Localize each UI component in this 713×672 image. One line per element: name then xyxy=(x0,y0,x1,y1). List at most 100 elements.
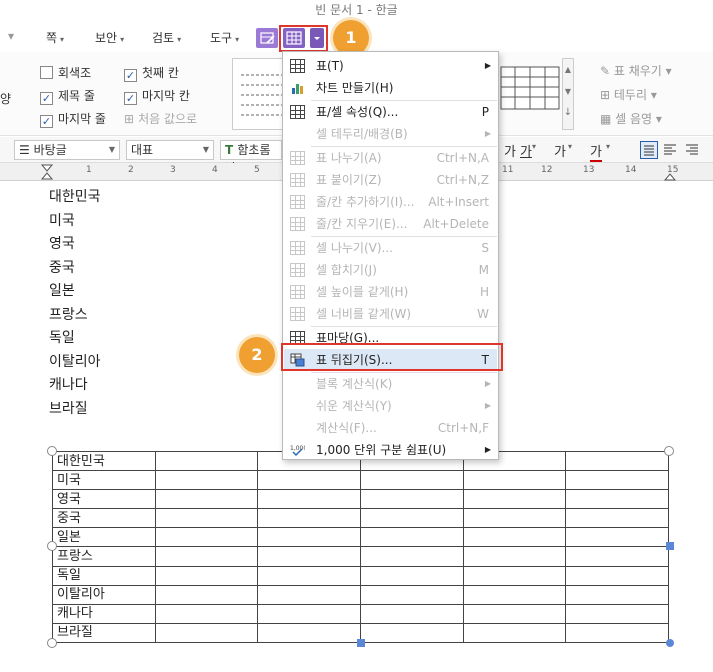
checkbox-first-column[interactable]: ✓ 첫째 칸 xyxy=(124,64,179,82)
menu-item-block-formula[interactable]: 블록 계산식(K) ▶ xyxy=(284,373,497,395)
font-color-button[interactable]: 가 xyxy=(590,141,602,162)
table-cell[interactable] xyxy=(462,527,567,548)
fmt-button-underline[interactable]: 가 xyxy=(520,141,532,160)
checkbox-header-row[interactable]: ✓ 제목 줄 xyxy=(40,87,95,105)
table-cell[interactable]: 일본 xyxy=(52,527,156,548)
table-cell[interactable] xyxy=(565,489,669,510)
table-cell[interactable] xyxy=(565,603,669,624)
style-select[interactable]: ☰ 바탕글 ▼ xyxy=(14,140,120,160)
menu-item-security[interactable]: 보안 ▾ xyxy=(95,29,124,46)
reset-initial-button[interactable]: ⊞ 처음 값으로 xyxy=(124,110,197,127)
table-cell[interactable]: 프랑스 xyxy=(52,546,156,567)
fmt-button-3[interactable]: 가 xyxy=(554,141,566,160)
table-cell[interactable] xyxy=(462,470,567,491)
table-edit-button[interactable] xyxy=(256,28,278,48)
table-cell[interactable] xyxy=(154,450,259,472)
table-cell[interactable] xyxy=(154,622,259,644)
chevron-down-icon[interactable]: ▾ xyxy=(568,142,572,151)
table-cell[interactable] xyxy=(462,489,567,510)
table-cell[interactable] xyxy=(565,565,669,586)
table-cell[interactable] xyxy=(565,546,669,567)
table-cell[interactable]: 독일 xyxy=(52,565,156,586)
menu-item-insert-row-col[interactable]: 줄/칸 추가하기(I)... Alt+Insert xyxy=(284,191,497,213)
menu-item-thousand-separator[interactable]: 1,000 1,000 단위 구분 쉼표(U) ▶ xyxy=(284,439,497,461)
table-cell[interactable] xyxy=(257,565,361,586)
table-cell[interactable]: 이탈리아 xyxy=(52,584,156,605)
table-style-thumbnail[interactable] xyxy=(500,66,560,110)
menu-item-easy-formula[interactable]: 쉬운 계산식(Y) ▶ xyxy=(284,395,497,417)
chevron-down-icon[interactable]: ▼ xyxy=(563,81,573,103)
table-cell[interactable]: 미국 xyxy=(52,470,156,491)
checkbox-grayscale[interactable]: 회색조 xyxy=(40,64,91,81)
table-cell[interactable]: 캐나다 xyxy=(52,603,156,624)
table-cell[interactable] xyxy=(565,527,669,548)
table-cell[interactable] xyxy=(257,546,361,567)
table-cell[interactable] xyxy=(154,470,259,491)
right-indent-marker-icon[interactable] xyxy=(663,172,677,181)
font-select[interactable]: T 함초롬바 xyxy=(220,140,282,175)
menu-item-page[interactable]: 쪽 ▾ xyxy=(46,29,64,46)
table-resize-handle[interactable] xyxy=(666,639,674,647)
table-cell[interactable] xyxy=(154,603,259,624)
chevron-down-icon[interactable]: ▾ xyxy=(606,142,610,151)
fmt-button-1[interactable]: 가 xyxy=(504,141,516,160)
table-cell[interactable] xyxy=(257,603,361,624)
menu-item-split-cell[interactable]: 셀 나누기(V)... S xyxy=(284,237,497,259)
table-cell[interactable] xyxy=(359,584,464,605)
style-gallery-scroll[interactable]: ▲ ▼ ↓ xyxy=(562,58,574,130)
table-cell[interactable] xyxy=(257,527,361,548)
align-right-icon[interactable] xyxy=(684,142,700,158)
chevron-up-icon[interactable]: ▲ xyxy=(563,59,573,81)
table-cell[interactable] xyxy=(565,508,669,529)
table-cell[interactable] xyxy=(462,603,567,624)
cell-shading-button[interactable]: ▦ 셀 음영 ▾ xyxy=(600,110,662,127)
table-cell[interactable]: 영국 xyxy=(52,489,156,510)
table-cell[interactable] xyxy=(257,584,361,605)
table-cell[interactable] xyxy=(359,527,464,548)
checkbox-last-row[interactable]: ✓ 마지막 줄 xyxy=(40,110,106,128)
language-select[interactable]: 대표 ▼ xyxy=(126,140,214,160)
table-corner-handle[interactable] xyxy=(664,446,674,456)
menu-item-table-properties[interactable]: 표/셀 속성(Q)... P xyxy=(284,101,497,123)
table-cell[interactable] xyxy=(257,470,361,491)
table-corner-handle[interactable] xyxy=(47,638,57,648)
table-cell[interactable] xyxy=(359,546,464,567)
table-cell[interactable] xyxy=(565,450,669,472)
table-cell[interactable] xyxy=(359,603,464,624)
table-cell[interactable] xyxy=(359,489,464,510)
table-fill-button[interactable]: ✎ 표 채우기 ▾ xyxy=(600,62,672,79)
menu-item-equal-height[interactable]: 셀 높이를 같게(H) H xyxy=(284,281,497,303)
table-cell[interactable] xyxy=(565,470,669,491)
indent-marker-icon[interactable] xyxy=(40,164,54,180)
table-cell[interactable] xyxy=(154,565,259,586)
table-cell[interactable]: 중국 xyxy=(52,508,156,529)
menu-caret-left[interactable]: ▾ xyxy=(8,29,14,43)
menu-item-split-table[interactable]: 표 나누기(A) Ctrl+N,A xyxy=(284,147,497,169)
table-cell[interactable] xyxy=(257,622,361,644)
align-left-icon[interactable] xyxy=(662,142,678,158)
table-cell[interactable] xyxy=(154,489,259,510)
menu-item-review[interactable]: 검토 ▾ xyxy=(152,29,181,46)
table-border-button[interactable]: ⊞ 테두리 ▾ xyxy=(600,86,657,103)
table-cell[interactable] xyxy=(154,527,259,548)
table-cell[interactable] xyxy=(154,584,259,605)
chevron-down-icon[interactable]: ▾ xyxy=(532,142,536,151)
table-resize-handle[interactable] xyxy=(666,542,674,550)
table-cell[interactable] xyxy=(462,622,567,644)
menu-item-merge-cell[interactable]: 셀 합치기(J) M xyxy=(284,259,497,281)
menu-item-merge-tables[interactable]: 표 붙이기(Z) Ctrl+N,Z xyxy=(284,169,497,191)
table-cell[interactable] xyxy=(257,489,361,510)
expand-gallery-icon[interactable]: ↓ xyxy=(563,103,573,123)
menu-item-cell-border-bg[interactable]: 셀 테두리/배경(B) ▶ xyxy=(284,123,497,145)
menu-item-tools[interactable]: 도구 ▾ xyxy=(210,29,239,46)
checkbox-last-column[interactable]: ✓ 마지막 칸 xyxy=(124,87,190,105)
table-cell[interactable] xyxy=(154,508,259,529)
table-cell[interactable] xyxy=(462,546,567,567)
menu-item-delete-row-col[interactable]: 줄/칸 지우기(E)... Alt+Delete xyxy=(284,213,497,235)
document-table[interactable]: 대한민국 미국 영국 중국 일본 프랑스 독일 이탈리아 캐나다 브라질 xyxy=(52,450,669,644)
table-cell[interactable] xyxy=(462,565,567,586)
table-side-handle[interactable] xyxy=(47,541,57,551)
table-cell[interactable]: 브라질 xyxy=(52,622,156,644)
table-cell[interactable] xyxy=(359,470,464,491)
table-resize-handle[interactable] xyxy=(357,639,365,647)
